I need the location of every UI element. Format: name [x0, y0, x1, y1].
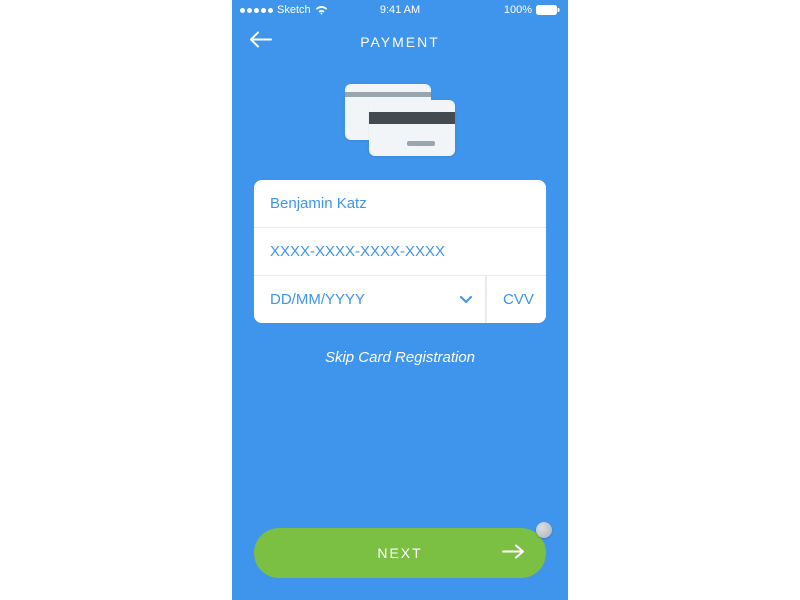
cursor-indicator: [536, 522, 552, 538]
skip-registration-link[interactable]: Skip Card Registration: [232, 349, 568, 366]
wifi-icon: [315, 6, 328, 15]
next-button-label: NEXT: [377, 545, 422, 561]
status-left: Sketch: [240, 4, 328, 16]
credit-cards-icon: [345, 84, 455, 156]
next-button[interactable]: NEXT: [254, 528, 546, 578]
cardholder-name-field[interactable]: [254, 180, 546, 227]
page-title: PAYMENT: [360, 34, 440, 50]
signal-dots-icon: [240, 8, 273, 13]
status-right: 100%: [504, 4, 560, 16]
battery-label: 100%: [504, 4, 532, 16]
arrow-left-icon: [250, 32, 272, 48]
card-number-field[interactable]: [254, 228, 546, 275]
nav-header: PAYMENT: [232, 20, 568, 64]
expiry-date-field[interactable]: [254, 276, 486, 323]
arrow-right-icon: [502, 545, 524, 562]
status-bar: Sketch 9:41 AM 100%: [232, 0, 568, 20]
status-time: 9:41 AM: [380, 4, 420, 16]
back-button[interactable]: [250, 32, 272, 53]
cvv-field[interactable]: [487, 276, 546, 323]
battery-icon: [536, 5, 560, 15]
carrier-label: Sketch: [277, 4, 311, 16]
card-form: [254, 180, 546, 323]
payment-screen: Sketch 9:41 AM 100% PAYMENT: [232, 0, 568, 600]
